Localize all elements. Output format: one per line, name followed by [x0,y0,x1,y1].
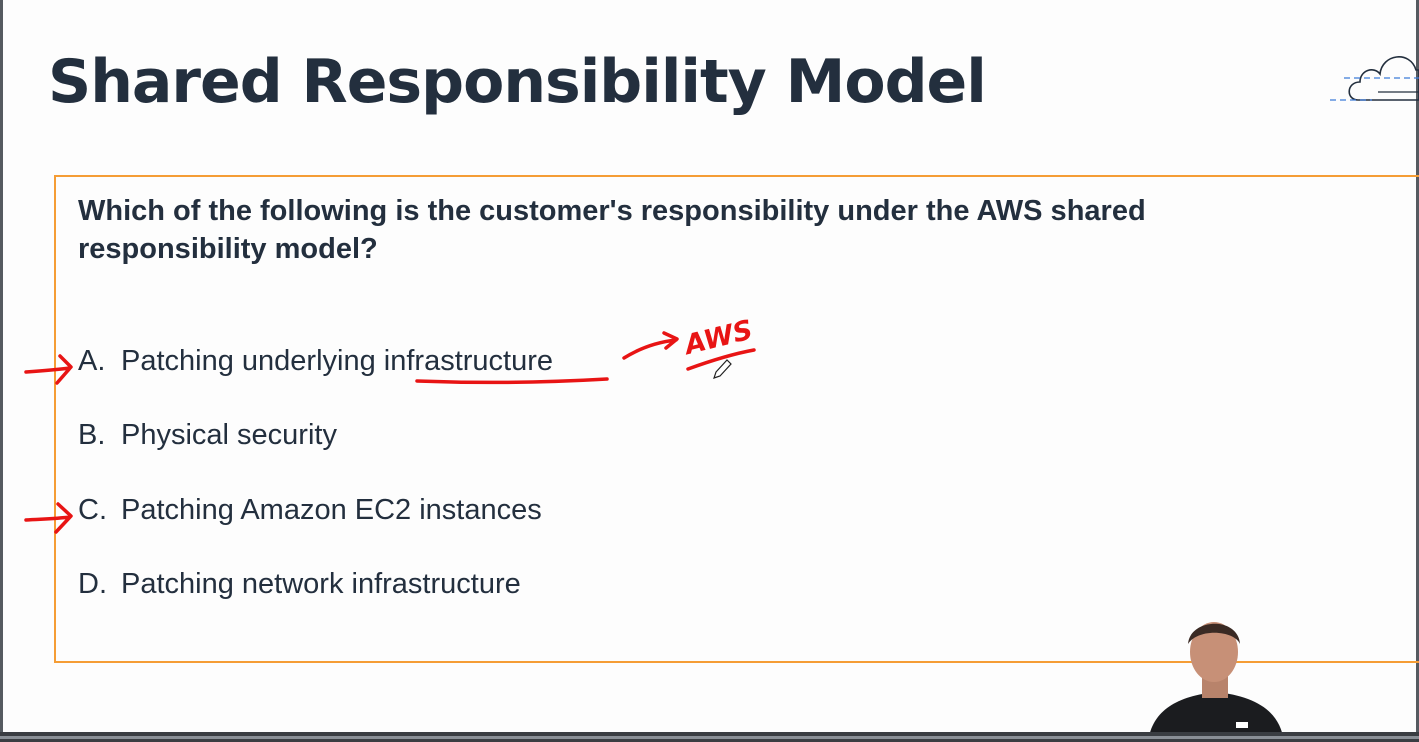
option-text: Patching network infrastructure [121,568,521,600]
option-letter: D. [78,568,107,600]
option-a: A. Patching underlying infrastructure [78,342,553,380]
option-c: C. Patching Amazon EC2 instances [78,491,542,529]
option-letter: C. [78,494,107,526]
option-text-underlined: infrastructure [383,345,554,377]
window-left-border [0,0,3,742]
option-letter: A. [78,345,106,377]
option-b: B. Physical security [78,416,337,454]
presenter-video [1148,622,1284,742]
option-text: Physical security [121,419,337,451]
option-text: Patching Amazon EC2 instances [121,494,542,526]
bottom-scrollbar[interactable] [0,732,1419,742]
option-letter: B. [78,419,106,451]
question-text: Which of the following is the customer's… [78,195,1146,265]
slide-title: Shared Responsibility Model [48,47,987,117]
option-text: Patching underlying [121,345,384,377]
cloud-icon [1330,56,1419,101]
option-d: D. Patching network infrastructure [78,565,521,603]
